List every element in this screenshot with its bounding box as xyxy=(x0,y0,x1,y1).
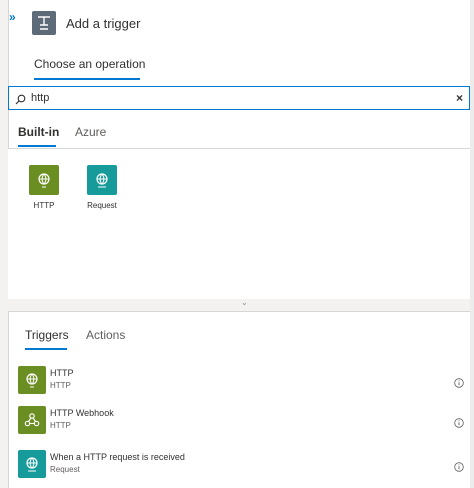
trigger-icon xyxy=(32,11,56,35)
operation-http-webhook[interactable]: HTTP Webhook HTTP xyxy=(18,406,470,436)
operation-tile xyxy=(18,406,46,434)
operation-http[interactable]: HTTP HTTP xyxy=(18,366,470,396)
globe-icon xyxy=(38,173,50,188)
chevron-down-icon: ⌄ xyxy=(241,298,248,307)
connector-panel: HTTP Request xyxy=(8,148,470,301)
expand-panel-button[interactable]: » xyxy=(9,10,16,24)
webhook-icon xyxy=(24,413,40,427)
page-title: Add a trigger xyxy=(66,16,141,31)
tab-triggers[interactable]: Triggers xyxy=(25,328,69,342)
search-box[interactable]: × xyxy=(8,86,470,110)
operation-http-request-received[interactable]: When a HTTP request is received Request xyxy=(18,450,470,480)
tab-underline xyxy=(18,145,56,147)
collapse-connectors-button[interactable]: ⌄ xyxy=(8,298,470,312)
info-icon[interactable] xyxy=(454,459,464,477)
request-globe-icon xyxy=(26,457,38,472)
info-icon[interactable] xyxy=(454,415,464,433)
scrollbar[interactable] xyxy=(470,0,474,488)
operation-connector: Request xyxy=(50,465,80,474)
clear-search-icon[interactable]: × xyxy=(456,91,463,105)
operation-tile xyxy=(18,366,46,394)
connector-http[interactable]: HTTP xyxy=(19,165,69,210)
operation-name: HTTP Webhook xyxy=(50,408,114,418)
request-globe-icon xyxy=(96,173,108,188)
tab-choose-operation[interactable]: Choose an operation xyxy=(34,57,145,71)
connector-label: Request xyxy=(87,201,117,210)
info-icon[interactable] xyxy=(454,375,464,393)
operation-connector: HTTP xyxy=(50,421,71,430)
connector-request[interactable]: Request xyxy=(77,165,127,210)
operation-name: HTTP xyxy=(50,368,74,378)
connector-tile xyxy=(29,165,59,195)
tab-actions[interactable]: Actions xyxy=(86,328,125,342)
tab-azure[interactable]: Azure xyxy=(75,125,106,139)
search-input[interactable] xyxy=(31,90,431,106)
tab-underline xyxy=(25,348,67,350)
tab-underline xyxy=(34,78,140,80)
operation-connector: HTTP xyxy=(50,381,71,390)
tab-built-in[interactable]: Built-in xyxy=(18,125,59,139)
operation-name: When a HTTP request is received xyxy=(50,452,185,462)
search-icon xyxy=(15,92,26,110)
connector-label: HTTP xyxy=(33,201,55,210)
globe-icon xyxy=(26,373,38,388)
operation-tile xyxy=(18,450,46,478)
connector-tile xyxy=(87,165,117,195)
